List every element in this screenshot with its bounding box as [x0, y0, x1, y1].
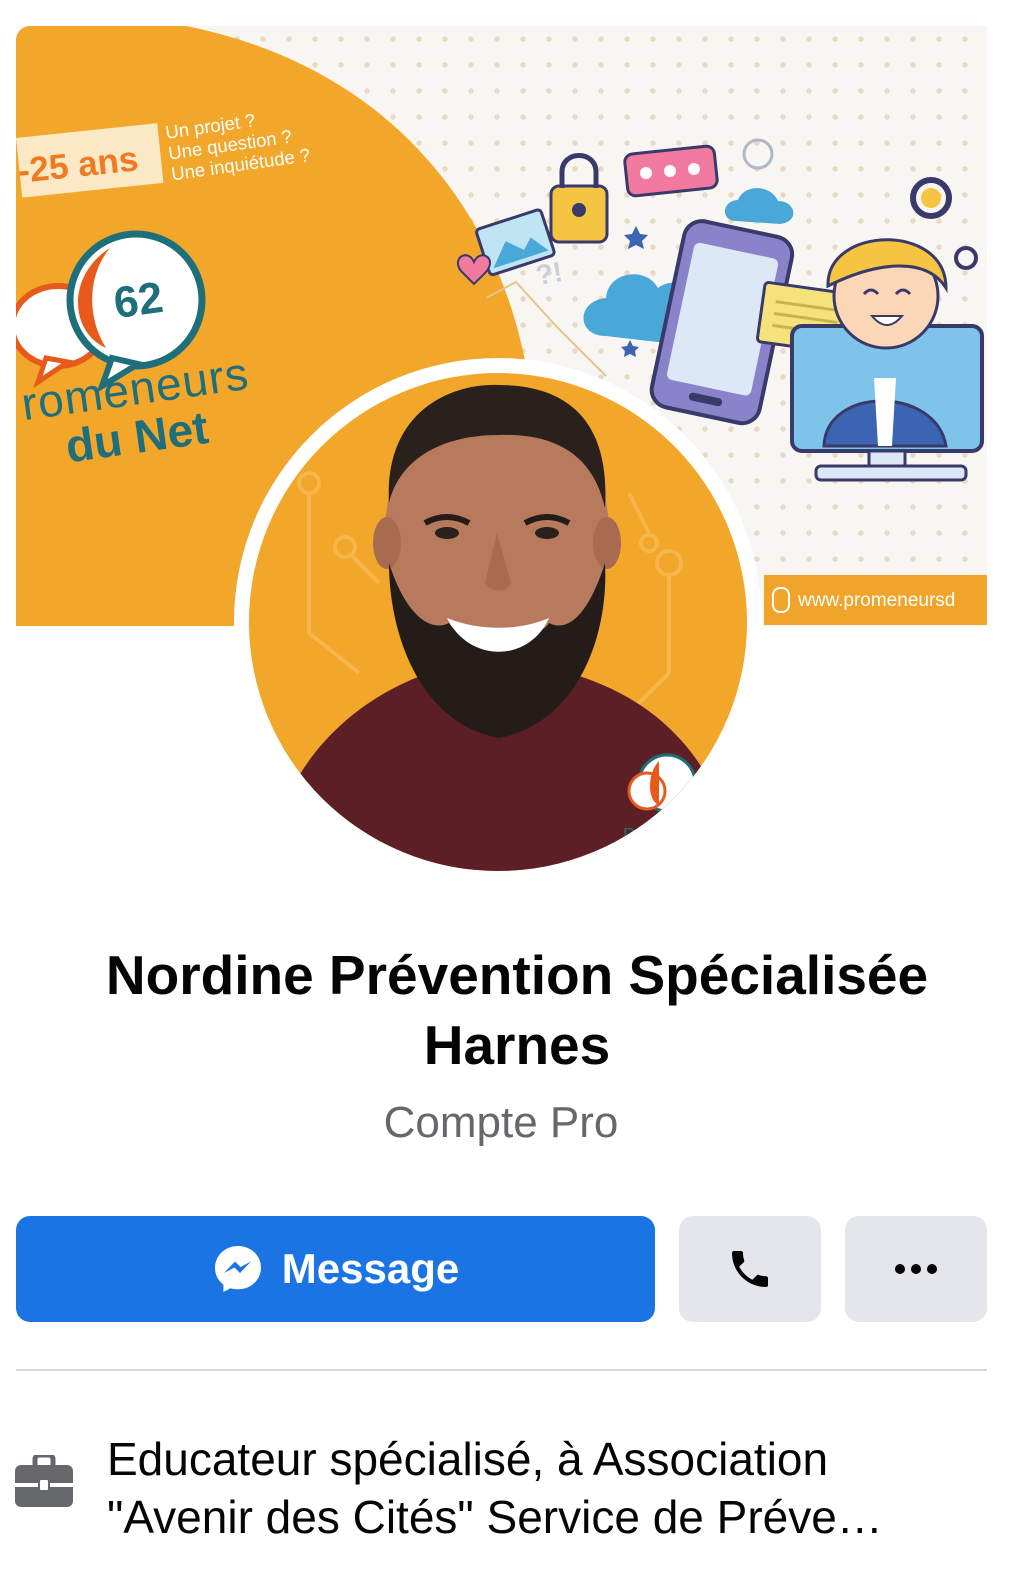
work-line-1: Educateur spécialisé, à Association: [107, 1433, 829, 1485]
more-button[interactable]: [845, 1216, 987, 1322]
cover-url: www.promeneursd: [798, 590, 956, 611]
work-line-2: "Avenir des Cités" Service de Préve…: [107, 1491, 883, 1543]
question-mark-sticker: ?!: [533, 255, 565, 292]
more-icon: [895, 1264, 937, 1274]
logo-number: 62: [110, 272, 167, 329]
message-button[interactable]: Message: [16, 1216, 655, 1322]
avatar[interactable]: Pr: [249, 373, 747, 871]
phone-icon: [732, 1251, 768, 1287]
call-button[interactable]: [679, 1216, 821, 1322]
work-info[interactable]: Educateur spécialisé, à Association "Ave…: [107, 1430, 987, 1546]
briefcase-icon: [15, 1452, 73, 1514]
message-button-label: Message: [281, 1245, 460, 1292]
avatar-badge-text: Pr: [623, 825, 641, 845]
profile-photo: [269, 384, 747, 871]
mouse-icon: [772, 587, 790, 613]
profile-subtitle: Compte Pro: [383, 1098, 619, 1147]
profile-name: Nordine Prévention Spécialisée Harnes: [105, 944, 929, 1076]
messenger-icon: [214, 1246, 261, 1292]
section-divider: [16, 1369, 987, 1371]
cover-url-bar: www.promeneursd: [764, 575, 987, 625]
